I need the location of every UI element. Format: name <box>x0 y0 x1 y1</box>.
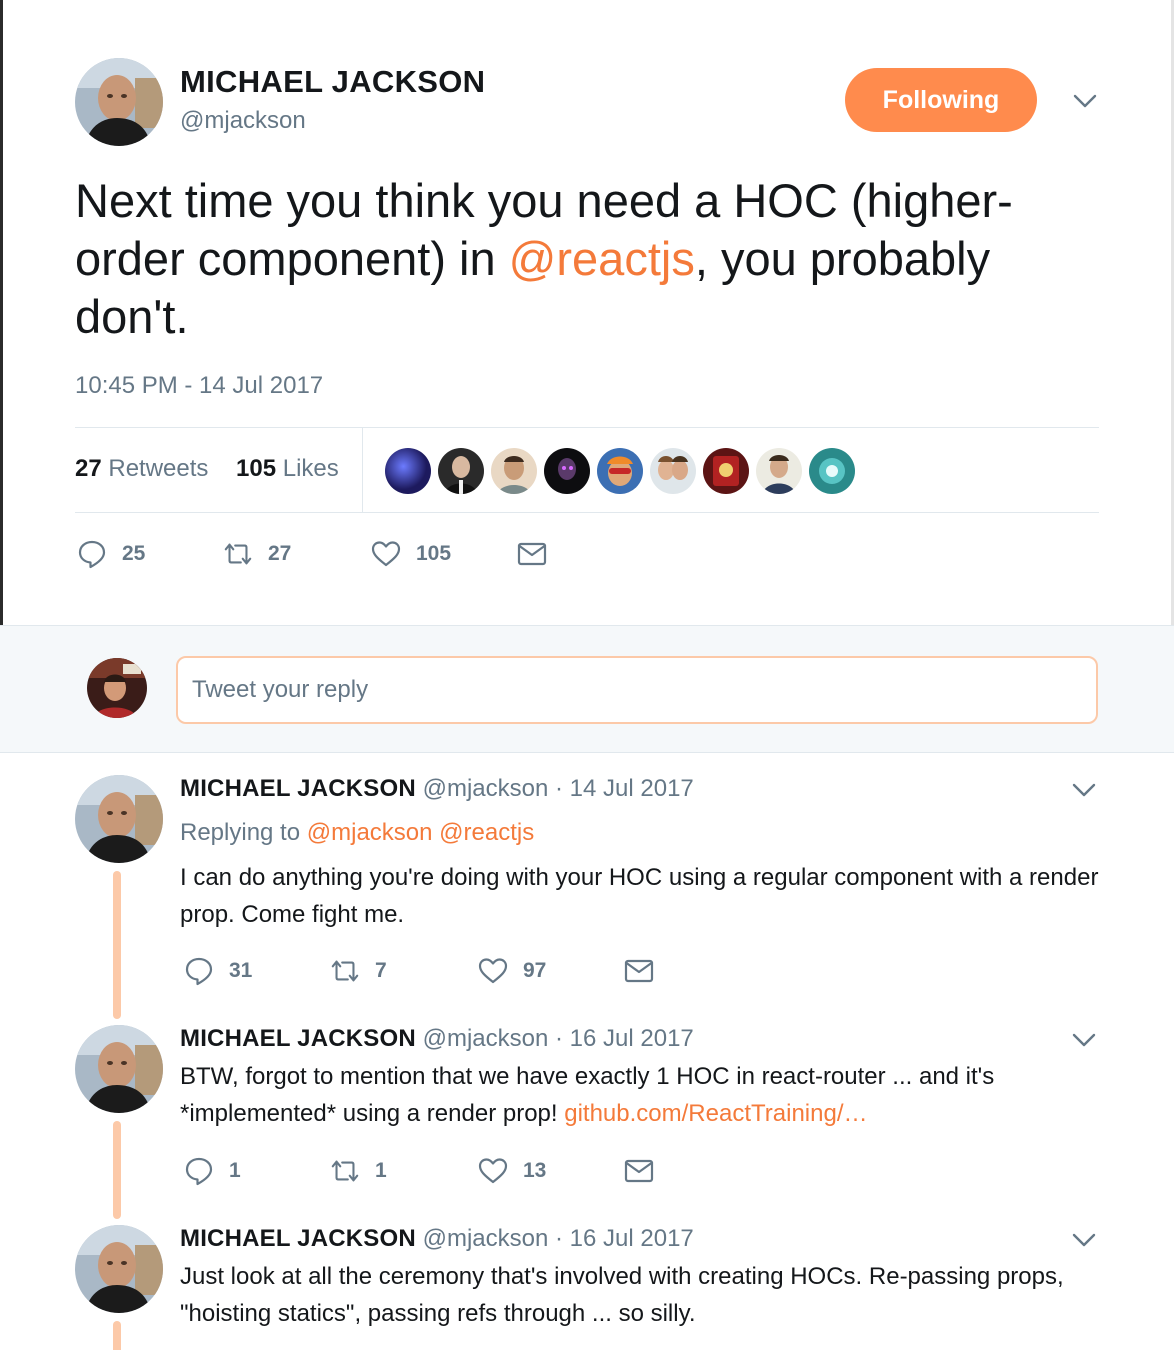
author-name[interactable]: MICHAEL JACKSON <box>180 775 416 802</box>
main-tweet-header: MICHAEL JACKSON @mjackson Following <box>75 58 1105 148</box>
chevron-down-icon[interactable] <box>1071 777 1097 803</box>
direct-message-button[interactable] <box>623 951 655 991</box>
retweet-icon <box>222 538 254 570</box>
thread-reply[interactable]: MICHAEL JACKSON @mjackson · 14 Jul 2017 … <box>0 775 1174 1019</box>
author-name[interactable]: MICHAEL JACKSON <box>180 1225 416 1252</box>
window-edge-left <box>0 0 3 625</box>
reply-button[interactable]: 1 <box>183 1151 241 1191</box>
envelope-icon <box>623 955 655 987</box>
like-count: 13 <box>523 1159 547 1182</box>
liker-avatar[interactable] <box>809 448 855 494</box>
tweet-text: Next time you think you need a HOC (high… <box>75 172 1115 346</box>
mention-link[interactable]: @reactjs <box>509 232 695 285</box>
reply-text: I can do anything you're doing with your… <box>180 864 1099 928</box>
author-avatar[interactable] <box>75 58 163 146</box>
author-name[interactable]: MICHAEL JACKSON <box>180 1025 416 1052</box>
chevron-down-icon[interactable] <box>1071 1027 1097 1053</box>
liker-avatar[interactable] <box>385 448 431 494</box>
author-handle[interactable]: @mjackson <box>423 1225 549 1252</box>
author-handle[interactable]: @mjackson <box>423 1025 549 1052</box>
retweets-stat[interactable]: 27 Retweets <box>75 455 208 483</box>
tweet-timestamp[interactable]: 10:45 PM - 14 Jul 2017 <box>75 372 323 400</box>
replying-mentions[interactable]: @mjackson @reactjs <box>307 819 534 846</box>
direct-message-button[interactable] <box>516 534 548 574</box>
reply-count: 31 <box>229 959 253 982</box>
github-link[interactable]: github.com/ReactTraining/… <box>564 1100 867 1127</box>
reply-count: 1 <box>229 1159 241 1182</box>
heart-icon <box>370 538 402 570</box>
reply-bubble-icon <box>183 1155 215 1187</box>
reply-actions: 1 1 13 <box>183 1151 783 1191</box>
retweet-button[interactable]: 7 <box>329 951 387 991</box>
retweet-count: 7 <box>375 959 387 982</box>
reply-input[interactable] <box>176 656 1098 724</box>
reply-bubble-icon <box>183 955 215 987</box>
like-count: 105 <box>416 542 452 565</box>
reply-date[interactable]: · 16 Jul 2017 <box>555 1225 694 1252</box>
like-button[interactable]: 97 <box>477 951 546 991</box>
reply-actions: 31 7 97 <box>183 951 783 991</box>
envelope-icon <box>623 1155 655 1187</box>
retweet-count: 27 <box>268 542 292 565</box>
main-tweet-actions: 25 27 105 <box>76 534 676 574</box>
author-avatar[interactable] <box>75 775 163 863</box>
reply-button[interactable]: 31 <box>183 951 252 991</box>
heart-icon <box>477 1155 509 1187</box>
current-user-avatar[interactable] <box>87 658 147 718</box>
tweet-stats: 27 Retweets 105 Likes <box>75 428 1099 512</box>
reply-date[interactable]: · 16 Jul 2017 <box>555 1025 694 1052</box>
divider <box>75 512 1099 513</box>
thread-connector <box>113 871 121 1019</box>
retweet-button[interactable]: 1 <box>329 1151 387 1191</box>
retweet-icon <box>329 1155 361 1187</box>
thread-connector <box>113 1121 121 1219</box>
replying-label: Replying to <box>180 819 301 846</box>
chevron-down-icon[interactable] <box>1072 88 1098 114</box>
liker-avatar[interactable] <box>544 448 590 494</box>
reply-button[interactable]: 25 <box>76 534 145 574</box>
reply-composer <box>0 625 1174 753</box>
heart-icon <box>477 955 509 987</box>
author-avatar[interactable] <box>75 1225 163 1313</box>
liker-avatar[interactable] <box>438 448 484 494</box>
author-handle[interactable]: @mjackson <box>423 775 549 802</box>
author-name[interactable]: MICHAEL JACKSON <box>180 64 485 100</box>
reply-date[interactable]: · 14 Jul 2017 <box>555 775 694 802</box>
retweet-icon <box>329 955 361 987</box>
thread-connector <box>113 1321 121 1350</box>
retweet-button[interactable]: 27 <box>222 534 291 574</box>
like-count: 97 <box>523 959 547 982</box>
thread-reply[interactable]: MICHAEL JACKSON @mjackson · 16 Jul 2017 … <box>0 1025 1174 1219</box>
following-button[interactable]: Following <box>845 68 1037 132</box>
liker-avatar[interactable] <box>597 448 643 494</box>
replying-to: Replying to @mjackson @reactjs <box>180 819 534 847</box>
reply-header: MICHAEL JACKSON @mjackson · 16 Jul 2017 <box>180 1025 694 1053</box>
retweets-label: Retweets <box>108 455 209 482</box>
reply-count: 25 <box>122 542 146 565</box>
direct-message-button[interactable] <box>623 1151 655 1191</box>
envelope-icon <box>516 538 548 570</box>
liker-avatar[interactable] <box>650 448 696 494</box>
reply-text: BTW, forgot to mention that we have exac… <box>180 1058 1100 1132</box>
reply-header: MICHAEL JACKSON @mjackson · 16 Jul 2017 <box>180 1225 694 1253</box>
liker-avatar[interactable] <box>491 448 537 494</box>
chevron-down-icon[interactable] <box>1071 1227 1097 1253</box>
like-button[interactable]: 13 <box>477 1151 546 1191</box>
thread-reply[interactable]: MICHAEL JACKSON @mjackson · 16 Jul 2017 … <box>0 1225 1174 1350</box>
like-button[interactable]: 105 <box>370 534 451 574</box>
reply-text: Just look at all the ceremony that's inv… <box>180 1263 1064 1327</box>
likes-count: 105 <box>236 455 277 482</box>
liker-avatar[interactable] <box>756 448 802 494</box>
likes-label: Likes <box>282 455 339 482</box>
retweets-count: 27 <box>75 455 102 482</box>
reply-header: MICHAEL JACKSON @mjackson · 14 Jul 2017 <box>180 775 694 803</box>
author-avatar[interactable] <box>75 1025 163 1113</box>
liker-avatar[interactable] <box>703 448 749 494</box>
retweet-count: 1 <box>375 1159 387 1182</box>
reply-bubble-icon <box>76 538 108 570</box>
likes-stat[interactable]: 105 Likes <box>236 455 339 483</box>
stats-separator <box>362 428 363 512</box>
author-handle[interactable]: @mjackson <box>180 107 306 135</box>
